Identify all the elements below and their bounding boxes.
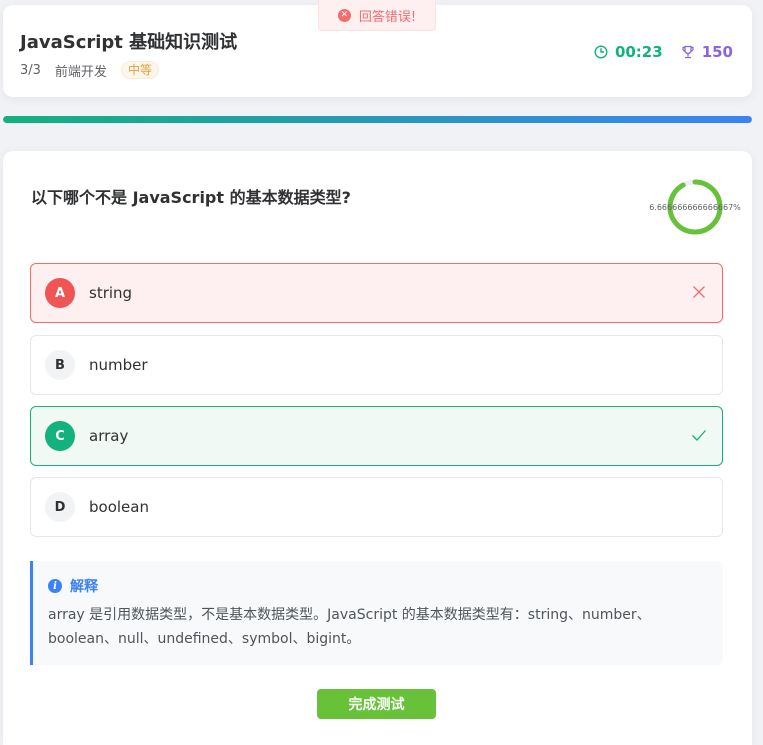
info-icon: i (48, 579, 62, 593)
score: 150 (681, 43, 733, 61)
question-progress: 3/3 (20, 62, 41, 78)
quiz-title: JavaScript 基础知识测试 (20, 32, 238, 53)
explanation-title: i 解释 (48, 577, 98, 595)
category-label: 前端开发 (54, 64, 107, 80)
explanation-body: array 是引用数据类型，不是基本数据类型。JavaScript 的基本数据类… (48, 607, 651, 647)
progress-ring-label: 6.666666666666667% (649, 202, 741, 212)
option-text: string (89, 284, 133, 302)
option-d[interactable]: D boolean (30, 477, 723, 537)
close-icon (693, 286, 705, 298)
option-b[interactable]: B number (30, 335, 723, 395)
quiz-progress-bar (3, 116, 752, 123)
check-icon (692, 430, 706, 441)
close-circle-icon: ✕ (337, 8, 351, 22)
option-text: number (89, 356, 148, 374)
option-letter: D (45, 492, 75, 522)
option-letter: B (45, 350, 75, 380)
explanation-panel: i 解释 array 是引用数据类型，不是基本数据类型。JavaScript 的… (30, 561, 723, 665)
option-letter: A (45, 278, 75, 308)
option-a[interactable]: A string (30, 263, 723, 323)
difficulty-badge: 中等 (120, 61, 159, 79)
timer: 00:23 (594, 43, 663, 61)
finish-quiz-button[interactable]: 完成测试 (317, 689, 436, 719)
quiz-progress-fill (3, 116, 752, 123)
question-text: 以下哪个不是 JavaScript 的基本数据类型? (31, 188, 351, 207)
clock-icon (594, 45, 608, 59)
option-letter: C (45, 421, 75, 451)
option-c[interactable]: C array (30, 406, 723, 466)
explanation-title-text: 解释 (70, 579, 98, 595)
trophy-icon (682, 45, 694, 59)
quiz-meta: 3/3 前端开发 中等 (20, 61, 159, 80)
score-value: 150 (701, 43, 733, 61)
question-card: 以下哪个不是 JavaScript 的基本数据类型? 6.66666666666… (3, 151, 752, 745)
progress-ring: 6.666666666666667% (649, 178, 741, 236)
toast-message: 回答错误! (358, 9, 417, 25)
option-text: boolean (89, 498, 149, 516)
option-text: array (89, 427, 129, 445)
error-toast: ✕ 回答错误! (318, 0, 436, 31)
quiz-stats: 00:23 150 (594, 42, 733, 62)
timer-value: 00:23 (614, 43, 663, 61)
